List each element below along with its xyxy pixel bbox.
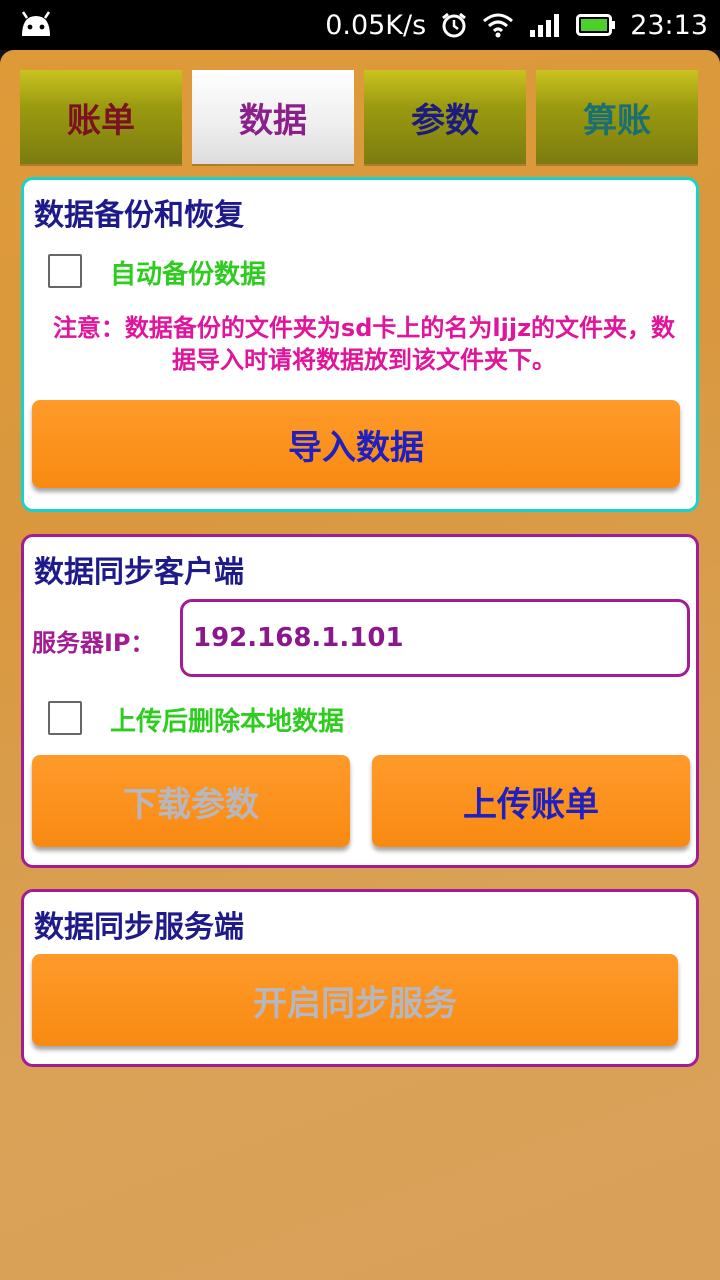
- tab-label: 算账: [583, 100, 651, 141]
- server-ip-label: 服务器IP：: [32, 629, 155, 657]
- tab-data[interactable]: 数据: [192, 70, 354, 164]
- sync-client-panel: 数据同步客户端 服务器IP： 192.168.1.101 上传后删除本地数据 下…: [21, 534, 699, 868]
- sync-server-panel: 数据同步服务端 开启同步服务: [21, 889, 699, 1067]
- download-params-button[interactable]: 下载参数: [32, 755, 350, 847]
- upload-bills-label: 上传账单: [463, 784, 599, 825]
- delete-after-upload-label: 上传后删除本地数据: [110, 707, 345, 737]
- tab-label: 参数: [411, 100, 479, 141]
- download-params-label: 下载参数: [123, 784, 259, 825]
- tab-bar: 账单 数据 参数 算账: [20, 70, 700, 164]
- tab-accounting[interactable]: 算账: [536, 70, 698, 164]
- tab-bills[interactable]: 账单: [20, 70, 182, 164]
- delete-after-upload-checkbox[interactable]: [48, 701, 82, 735]
- start-sync-service-button[interactable]: 开启同步服务: [32, 954, 678, 1046]
- signal-icon: [530, 14, 560, 37]
- alarm-icon: [442, 12, 467, 38]
- tab-label: 账单: [67, 100, 135, 141]
- android-icon: [21, 11, 51, 36]
- upload-bills-button[interactable]: 上传账单: [372, 755, 690, 847]
- backup-note: 注意：数据备份的文件夹为sd卡上的名为ljjz的文件夹，数据导入时请将数据放到该…: [52, 314, 676, 374]
- status-bar: 0.05K/s 23:13: [0, 0, 720, 50]
- tab-label: 数据: [239, 100, 307, 141]
- server-ip-value: 192.168.1.101: [193, 623, 404, 653]
- clock: 23:13: [630, 9, 708, 41]
- auto-backup-label: 自动备份数据: [110, 260, 267, 290]
- start-sync-service-label: 开启同步服务: [253, 983, 457, 1024]
- sync-server-title: 数据同步服务端: [34, 910, 244, 945]
- import-data-label: 导入数据: [288, 427, 424, 468]
- auto-backup-checkbox[interactable]: [48, 254, 82, 288]
- server-ip-input[interactable]: 192.168.1.101: [180, 599, 690, 677]
- wifi-icon: [483, 13, 514, 38]
- backup-panel: 数据备份和恢复 自动备份数据 注意：数据备份的文件夹为sd卡上的名为ljjz的文…: [21, 177, 699, 512]
- backup-title: 数据备份和恢复: [34, 198, 244, 233]
- battery-icon: [576, 14, 616, 36]
- sync-client-title: 数据同步客户端: [34, 555, 244, 590]
- tab-params[interactable]: 参数: [364, 70, 526, 164]
- import-data-button[interactable]: 导入数据: [32, 400, 680, 488]
- network-speed: 0.05K/s: [325, 9, 427, 41]
